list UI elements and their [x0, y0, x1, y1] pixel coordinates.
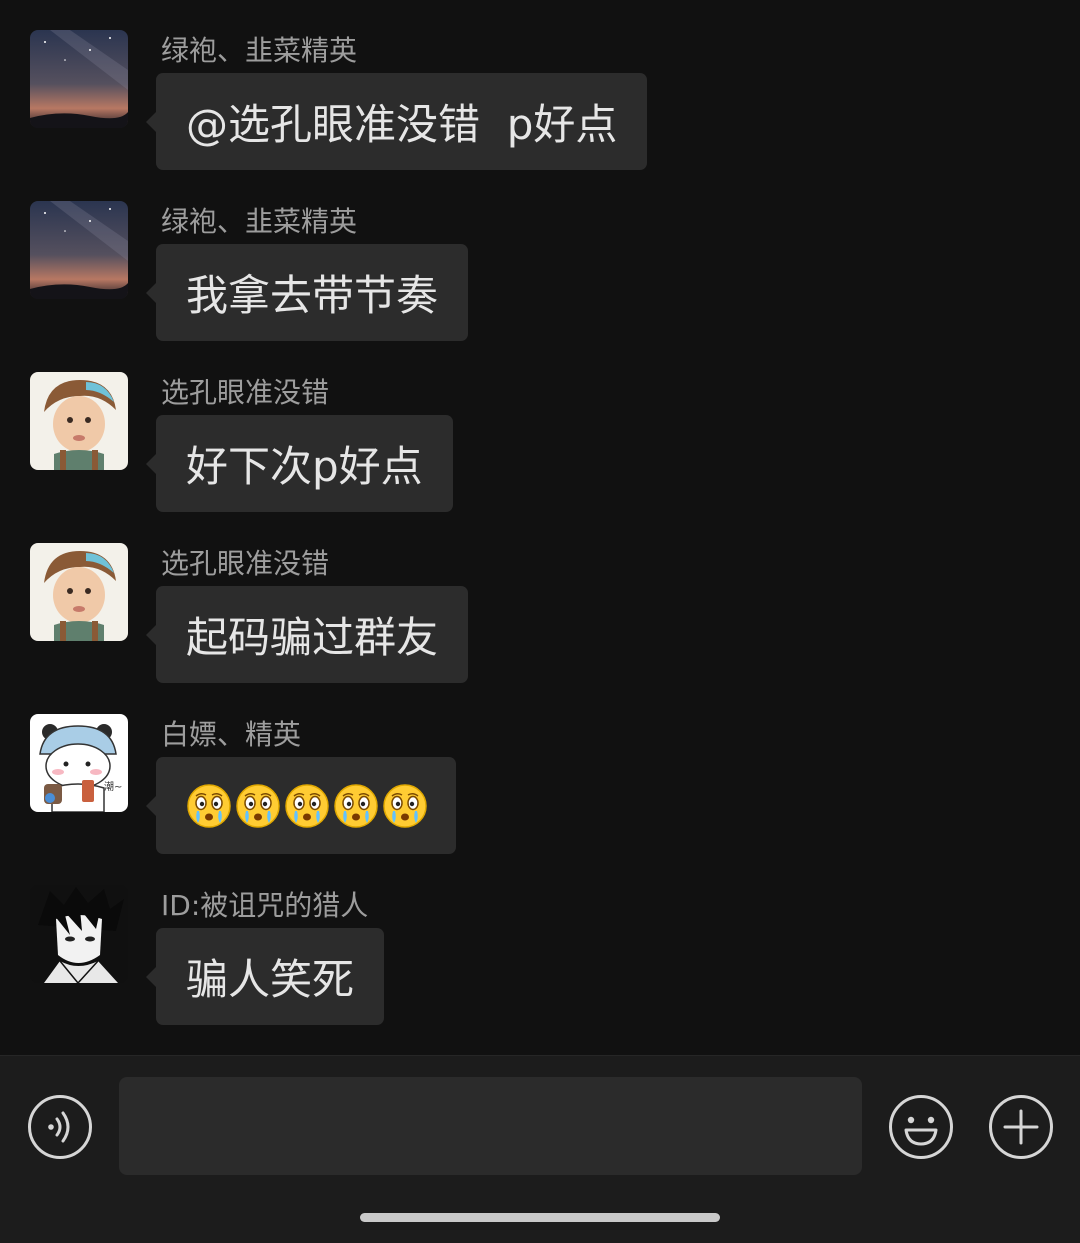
baby-avatar[interactable]	[30, 543, 128, 641]
sender-name: 绿袍、韭菜精英	[161, 205, 358, 238]
message-text: 骗人笑死	[186, 955, 355, 1004]
night-sky-avatar[interactable]	[30, 30, 128, 128]
smiley-icon[interactable]	[888, 1094, 954, 1160]
message-item: 选孔眼准没错 起码骗过群友	[0, 513, 1080, 683]
message-bubble[interactable]: 我拿去带节奏	[145, 244, 469, 341]
sender-name: 白嫖、精英	[161, 718, 302, 751]
message-text: @选孔眼准没错 p好点	[186, 100, 618, 149]
crying-face-emoji-icon	[382, 783, 428, 829]
message-item: 绿袍、韭菜精英 @选孔眼准没错 p好点	[0, 0, 1080, 170]
message-text: 起码骗过群友	[186, 613, 439, 662]
crying-face-emoji-icon	[186, 783, 232, 829]
message-bubble[interactable]	[146, 757, 456, 854]
avatar-caption: 潮~	[104, 782, 123, 793]
sender-name: 选孔眼准没错	[161, 547, 330, 580]
sender-name: 选孔眼准没错	[161, 376, 330, 409]
voice-icon[interactable]	[27, 1094, 93, 1160]
crying-face-emoji-icon	[284, 783, 330, 829]
plus-icon[interactable]	[988, 1094, 1054, 1160]
message-input[interactable]	[119, 1077, 862, 1175]
message-item: 选孔眼准没错 好下次p好点	[0, 342, 1080, 512]
message-bubble[interactable]: 好下次p好点	[146, 415, 453, 512]
message-item: 绿袍、韭菜精英 我拿去带节奏	[0, 171, 1080, 341]
chat-messages-list[interactable]: 绿袍、韭菜精英 @选孔眼准没错 p好点 绿袍、韭菜精英 我拿去带节奏 选孔眼准没…	[0, 0, 1080, 1055]
night-sky-avatar[interactable]	[30, 201, 128, 299]
crying-face-emoji-icon	[333, 783, 379, 829]
anime-boy-avatar[interactable]	[30, 885, 128, 983]
sender-name: ID:被诅咒的猎人	[161, 889, 369, 922]
message-text: 我拿去带节奏	[186, 271, 439, 320]
message-item: ID:被诅咒的猎人 骗人笑死	[0, 855, 1080, 1025]
baby-avatar[interactable]	[30, 372, 128, 470]
cartoon-bear-avatar[interactable]: 潮~	[30, 714, 128, 812]
home-indicator[interactable]	[360, 1213, 720, 1222]
message-bubble[interactable]: 起码骗过群友	[145, 586, 469, 683]
crying-face-emoji-icon	[235, 783, 281, 829]
message-bubble[interactable]: 骗人笑死	[145, 928, 385, 1025]
message-text: 好下次p好点	[186, 442, 423, 491]
input-bar	[0, 1055, 1080, 1243]
message-bubble[interactable]: @选孔眼准没错 p好点	[145, 73, 648, 170]
sender-name: 绿袍、韭菜精英	[161, 34, 358, 67]
message-item: 潮~ 白嫖、精英	[0, 684, 1080, 854]
